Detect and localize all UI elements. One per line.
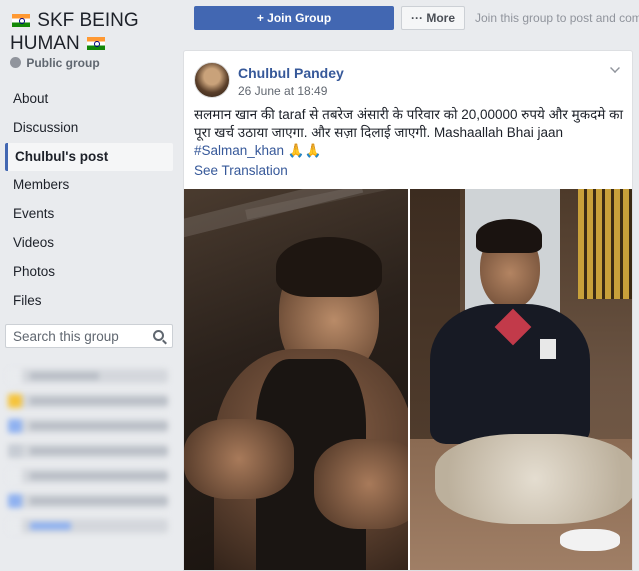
- search-icon[interactable]: [153, 330, 164, 341]
- nav-item-discussion[interactable]: Discussion: [0, 114, 176, 143]
- privacy-label: Public group: [10, 56, 100, 70]
- hashtag-link[interactable]: #Salman_khan: [194, 143, 284, 158]
- search-input[interactable]: [6, 325, 146, 347]
- nav-item-videos[interactable]: Videos: [0, 229, 176, 258]
- join-group-button[interactable]: + Join Group: [194, 6, 394, 30]
- group-sidebar: SKF BEING HUMAN Public group About Discu…: [0, 0, 183, 571]
- globe-icon: [10, 57, 21, 68]
- nav-item-events[interactable]: Events: [0, 200, 176, 229]
- group-nav: About Discussion Chulbul's post Members …: [0, 85, 176, 315]
- blurred-row: [8, 369, 168, 383]
- nav-item-about[interactable]: About: [0, 85, 176, 114]
- post-text: सलमान खान की taraf से तबरेज अंसारी के पर…: [194, 106, 626, 160]
- post-card: Chulbul Pandey 26 June at 18:49 सलमान खा…: [183, 50, 633, 571]
- post-photo-left[interactable]: [184, 189, 408, 570]
- blurred-row: [8, 444, 168, 458]
- chevron-down-icon[interactable]: [610, 63, 620, 73]
- group-action-bar: + Join Group ··· More Join this group to…: [183, 0, 639, 40]
- emoji: 🙏🙏: [287, 143, 322, 158]
- nav-item-photos[interactable]: Photos: [0, 258, 176, 287]
- group-title[interactable]: SKF BEING HUMAN: [10, 9, 175, 55]
- join-hint: Join this group to post and comment: [475, 11, 639, 25]
- blurred-row: [8, 519, 168, 533]
- nav-item-files[interactable]: Files: [0, 287, 176, 316]
- post-timestamp[interactable]: 26 June at 18:49: [238, 84, 327, 98]
- blurred-row: [8, 394, 168, 408]
- privacy-text: Public group: [26, 56, 100, 70]
- blurred-row: [8, 419, 168, 433]
- group-search[interactable]: [5, 324, 173, 348]
- more-button[interactable]: ··· More: [401, 6, 465, 30]
- post-author[interactable]: Chulbul Pandey: [238, 65, 344, 81]
- post-photo-right[interactable]: [410, 189, 632, 570]
- blurred-row: [8, 494, 168, 508]
- post-body: सलमान खान की taraf से तबरेज अंसारी के पर…: [194, 107, 623, 140]
- india-flag-icon: [12, 14, 30, 27]
- india-flag-icon: [86, 37, 105, 50]
- post-photos: [184, 189, 632, 570]
- nav-item-members[interactable]: Members: [0, 171, 176, 200]
- blurred-shortcuts: [0, 358, 176, 558]
- blurred-row: [8, 469, 168, 483]
- nav-item-chulbuls-post[interactable]: Chulbul's post: [5, 142, 173, 172]
- see-translation-link[interactable]: See Translation: [194, 163, 288, 178]
- avatar[interactable]: [194, 62, 230, 98]
